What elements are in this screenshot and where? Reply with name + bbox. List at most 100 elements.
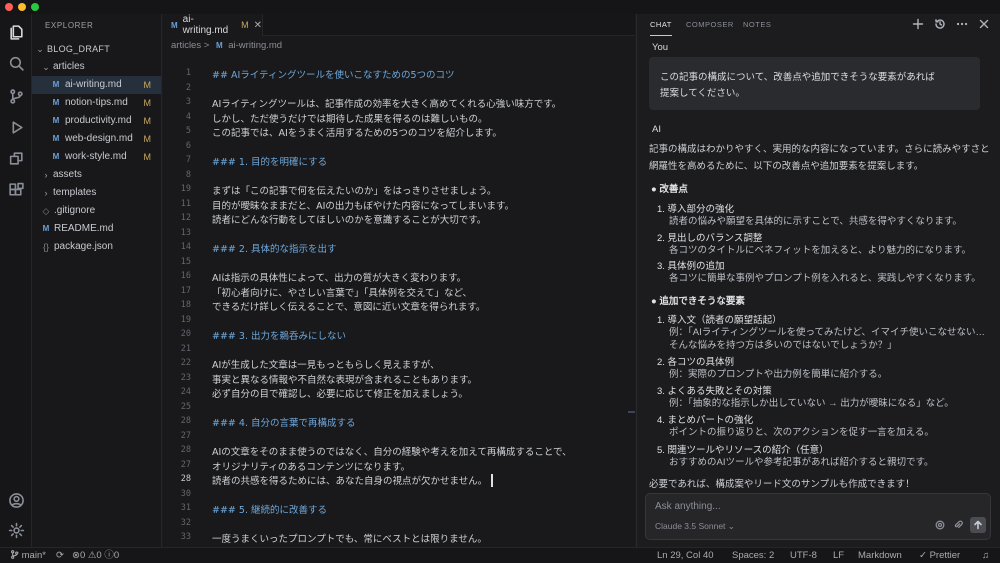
file-label: package.json	[54, 241, 113, 252]
markdown-file-icon: M	[52, 80, 60, 89]
model-selector[interactable]: Claude 3.5 Sonnet ⌄	[655, 521, 735, 532]
ai-intro-line: 網羅性を高めるために、以下の改善点や追加要素を提案します。	[649, 161, 924, 172]
mention-icon[interactable]	[934, 519, 946, 531]
branch-status[interactable]: main*	[10, 548, 46, 563]
prettier-status[interactable]: ✓ Prettier	[919, 548, 960, 563]
markdown-heading-line: ## AIライティングツールを使いこなすための5つのコツ	[212, 70, 455, 81]
user-message-line: この記事の構成について、改善点や追加できそうな要素があれば	[660, 72, 935, 83]
chat-input[interactable]: Ask anything...	[655, 501, 721, 512]
tree-file[interactable]: Mai-writing.md M	[32, 76, 161, 94]
history-icon[interactable]	[933, 17, 947, 31]
problems-status[interactable]: ⊗0 ⚠0 ⓘ0	[72, 548, 119, 563]
tab-composer[interactable]: COMPOSER	[686, 14, 734, 36]
title-bar	[0, 0, 1000, 14]
line-number: 24	[180, 387, 191, 397]
breadcrumb-folder[interactable]: articles	[171, 40, 201, 51]
breadcrumb: articles > M ai-writing.md	[163, 36, 635, 56]
tree-file[interactable]: Mweb-design.md M	[32, 130, 161, 148]
send-button[interactable]	[970, 517, 986, 533]
line-number: 7	[185, 155, 191, 165]
new-chat-icon[interactable]	[911, 17, 925, 31]
cursor-position[interactable]: Ln 29, Col 40	[657, 548, 714, 563]
language-mode[interactable]: Markdown	[858, 548, 902, 563]
encoding-status[interactable]: UTF-8	[790, 548, 817, 563]
tree-file[interactable]: Mproductivity.md M	[32, 112, 161, 130]
line-number: 8	[185, 169, 191, 180]
files-icon[interactable]	[6, 22, 26, 42]
notifications-icon[interactable]: ♫	[982, 548, 989, 563]
eol-status[interactable]: LF	[833, 548, 844, 563]
line-number: 5	[185, 126, 191, 136]
close-window-button[interactable]	[5, 3, 13, 11]
tree-file[interactable]: ◇ .gitignore	[32, 202, 161, 220]
tab-notes[interactable]: NOTES	[743, 14, 771, 36]
markdown-file-icon: M	[52, 98, 60, 107]
tab-close-icon[interactable]: ✕	[254, 20, 262, 31]
line-number: 33	[180, 532, 191, 542]
account-icon[interactable]	[6, 490, 26, 510]
section-heading: ● 改善点	[651, 184, 688, 195]
source-control-icon[interactable]	[6, 86, 26, 106]
chat-panel-tabs: CHAT COMPOSER NOTES	[637, 14, 1000, 36]
tree-root-folder[interactable]: ⌄ BLOG_DRAFT	[32, 40, 161, 58]
line-number: 3	[185, 97, 191, 107]
line-number: 19	[180, 184, 191, 194]
tree-folder[interactable]: › templates	[32, 184, 161, 202]
line-number: 17	[180, 285, 191, 296]
addition-item-desc: 例：実際のプロンプトや出力例を簡単に紹介する。	[669, 369, 888, 380]
tree-file[interactable]: Mwork-style.md M	[32, 148, 161, 166]
editor-tab[interactable]: M ai-writing.md M ✕	[163, 14, 263, 36]
line-number: 18	[180, 300, 191, 310]
markdown-heading-line: ### 1. 目的を明確にする	[212, 157, 328, 168]
markdown-file-icon: M	[42, 224, 50, 233]
tree-file[interactable]: {} package.json	[32, 238, 161, 256]
text-line: 読者の共感を得るためには、あなた自身の視点が欠かせません。	[212, 476, 488, 487]
tree-file[interactable]: Mnotion-tips.md M	[32, 94, 161, 112]
addition-item-desc: ポイントの振り返りと、次のアクションを促す一言を加える。	[669, 427, 934, 438]
file-label: work-style.md	[65, 151, 127, 162]
file-label: README.md	[54, 223, 114, 234]
text-line: まずは「この記事で何を伝えたいのか」をはっきりさせましょう。	[212, 186, 497, 197]
tree-folder-articles[interactable]: ⌄ articles	[32, 58, 161, 76]
indentation-status[interactable]: Spaces: 2	[732, 548, 774, 563]
user-label: You	[652, 42, 669, 53]
activity-bar	[0, 14, 32, 547]
tree-file[interactable]: M README.md	[32, 220, 161, 238]
search-icon[interactable]	[6, 53, 26, 73]
file-label: .gitignore	[54, 205, 96, 216]
line-number: 22	[180, 358, 191, 368]
run-debug-icon[interactable]	[6, 117, 26, 137]
text-line: しかし、ただ使うだけでは期待した成果を得るのは難しいもの。	[212, 113, 488, 125]
line-number: 28	[180, 445, 191, 455]
line-number: 11	[180, 198, 191, 209]
attach-icon[interactable]	[952, 519, 964, 531]
file-label: web-design.md	[65, 133, 133, 144]
close-icon[interactable]	[977, 17, 991, 31]
remote-explorer-icon[interactable]	[6, 148, 26, 168]
line-number: 30	[180, 488, 191, 499]
maximize-window-button[interactable]	[31, 3, 39, 11]
chat-input-box[interactable]: Ask anything... Claude 3.5 Sonnet ⌄	[645, 493, 991, 540]
minimize-window-button[interactable]	[18, 3, 26, 11]
git-modified-badge: M	[143, 116, 152, 126]
line-number: 19	[180, 314, 191, 325]
extensions-icon[interactable]	[6, 180, 26, 200]
text-cursor	[491, 474, 493, 487]
text-line: 「初心者向けに、やさしい言葉で」「具体例を交えて」など、	[212, 287, 473, 299]
markdown-heading-line: ### 5. 継続的に改善する	[212, 505, 327, 516]
settings-icon[interactable]	[6, 520, 26, 540]
tree-folder[interactable]: › assets	[32, 166, 161, 184]
text-line: AIが生成した文章は一見もっともらしく見えますが、	[212, 360, 440, 371]
text-line: AIライティングツールは、記事作成の効率を大きく高めてくれる心強い味方です。	[212, 99, 562, 110]
tab-chat[interactable]: CHAT	[650, 14, 672, 36]
markdown-file-icon: M	[52, 116, 60, 125]
section-heading: ● 追加できそうな要素	[651, 296, 745, 307]
addition-item-desc: そんな悩みを持つ方は多いのではないでしょうか？」	[669, 340, 897, 351]
markdown-heading-line: ### 2. 具体的な指示を出す	[212, 244, 337, 255]
scrollbar-marker	[628, 411, 635, 413]
git-modified-badge: M	[143, 134, 152, 144]
line-number: 28	[180, 474, 191, 484]
more-icon[interactable]	[955, 17, 969, 31]
sync-icon[interactable]: ⟳	[56, 548, 64, 563]
breadcrumb-file[interactable]: ai-writing.md	[228, 40, 282, 51]
